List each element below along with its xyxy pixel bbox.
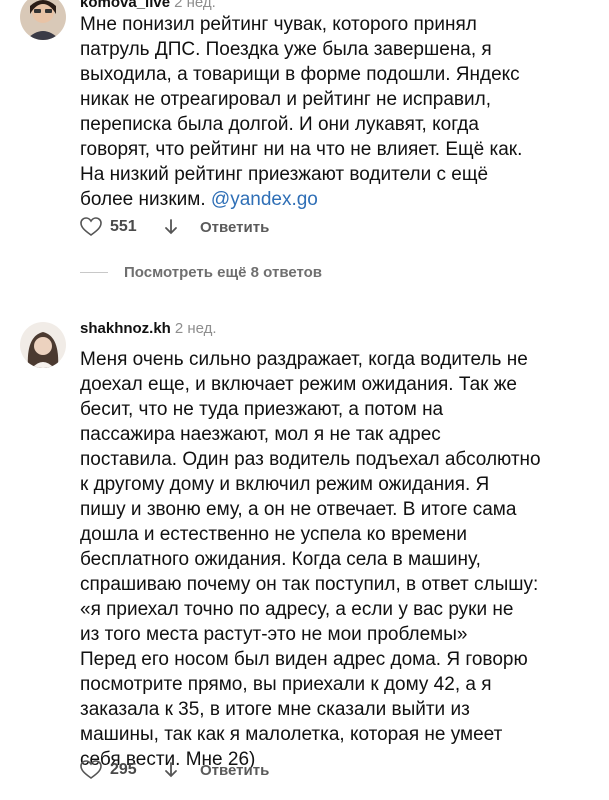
arrow-down-icon[interactable] — [164, 218, 178, 236]
divider-line — [80, 271, 108, 273]
mention-link[interactable]: @yandex.go — [211, 189, 318, 210]
text-line: никак не отреагировал и рейтинг не испра… — [80, 89, 491, 110]
text-line: пишу и звоню ему, а он не отвечает. В ит… — [80, 499, 517, 520]
text-line: пассажира наезжают, мол я не так адрес — [80, 424, 441, 445]
heart-icon[interactable] — [80, 217, 102, 237]
heart-icon[interactable] — [80, 760, 102, 780]
timestamp: 2 нед. — [174, 320, 217, 337]
timestamp: 2 нед. — [174, 0, 216, 11]
text-line: выходила, а товарищи в форме подошли. Ян… — [80, 64, 520, 85]
comment-1-header: komova_live 2 нед. — [80, 0, 216, 12]
text-line: бесит, что не туда приезжают, а потом на — [80, 399, 444, 420]
text-line: спрашиваю почему он так поступил, в отве… — [80, 574, 539, 595]
text-line: из того места растут-это не мои проблемы… — [80, 624, 468, 645]
username[interactable]: shakhnoz.kh — [80, 320, 171, 337]
text-line: Мне понизил рейтинг чувак, которого прин… — [80, 14, 477, 35]
username[interactable]: komova_live — [80, 0, 170, 11]
like-count: 295 — [110, 761, 137, 778]
text-line: посмотрите прямо, вы приехали к дому 42,… — [80, 674, 492, 695]
text-line: машины, так как я малолетка, которая не … — [80, 724, 503, 745]
arrow-down-icon[interactable] — [164, 761, 178, 779]
comment-2-text: Меня очень сильно раздражает, когда води… — [80, 347, 595, 772]
view-more-replies-label[interactable]: Посмотреть ещё 8 ответов — [124, 264, 322, 281]
comment-1-text: Мне понизил рейтинг чувак, которого прин… — [80, 12, 595, 212]
text-line: Перед его носом был виден адрес дома. Я … — [80, 649, 528, 670]
text-line: к другому дому и включил режим ожидания.… — [80, 474, 490, 495]
like-count: 551 — [110, 218, 137, 235]
text-line: доехал еще, и включает режим ожидания. Т… — [80, 374, 517, 395]
text-line: заказала к 35, в итоге мне сказали выйти… — [80, 699, 470, 720]
comment-2-header: shakhnoz.kh 2 нед. — [80, 320, 217, 338]
comment-2-actions: 295 Ответить — [80, 758, 269, 782]
text-line: патруль ДПС. Поездка уже была завершена,… — [80, 39, 492, 60]
reply-button[interactable]: Ответить — [200, 219, 269, 236]
text-line: бесплатного ожидания. Когда села в машин… — [80, 549, 481, 570]
text-line: Меня очень сильно раздражает, когда води… — [80, 349, 528, 370]
text-line: более низким. @yandex.go — [80, 189, 318, 210]
text-line: «я приехал точно по адресу, а если у вас… — [80, 599, 514, 620]
view-more-replies[interactable]: Посмотреть ещё 8 ответов — [80, 262, 322, 282]
comment-1-actions: 551 Ответить — [80, 215, 269, 239]
text-line: говорят, что рейтинг ни на что не влияет… — [80, 139, 523, 160]
text-line: поставила. Один раз водитель подъехал аб… — [80, 449, 541, 470]
text-line: дошла и естественно не успела ко времени — [80, 524, 467, 545]
text-line: На низкий рейтинг приезжают водители с е… — [80, 164, 489, 185]
avatar-shakhnoz[interactable] — [20, 322, 66, 368]
avatar-komova[interactable] — [20, 0, 66, 40]
reply-button[interactable]: Ответить — [200, 762, 269, 779]
text-line: переписка была долгой. И они лукавят, ко… — [80, 114, 479, 135]
